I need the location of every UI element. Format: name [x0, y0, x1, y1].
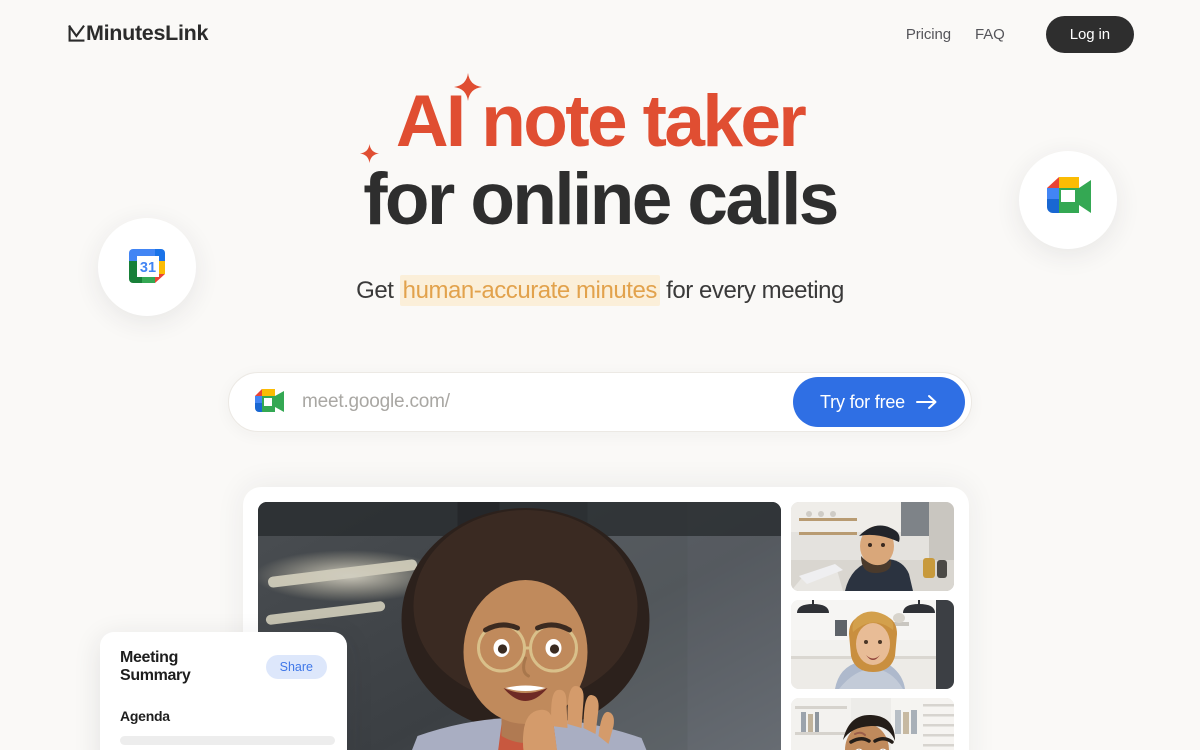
summary-section-label: Agenda — [120, 708, 170, 724]
google-meet-icon — [1041, 175, 1095, 226]
google-calendar-badge: 31 — [98, 218, 196, 316]
main-nav: Pricing FAQ Log in — [906, 15, 1134, 53]
nav-item-pricing[interactable]: Pricing — [906, 26, 951, 43]
calendar-day-number: 31 — [140, 260, 156, 276]
participant-thumbnail — [791, 698, 954, 750]
headline-line-1-text: AI note taker — [395, 81, 807, 162]
minutes-m-mark-icon — [68, 24, 85, 44]
meeting-link-bar: Try for free — [228, 372, 972, 432]
meeting-summary-card: Meeting Summary Share Agenda — [100, 632, 347, 750]
share-button[interactable]: Share — [265, 655, 327, 679]
headline-line-1: AI note taker — [359, 73, 807, 163]
nav-item-faq[interactable]: FAQ — [975, 26, 1005, 43]
try-for-free-label: Try for free — [820, 391, 905, 412]
google-calendar-icon: 31 — [121, 239, 173, 296]
landing-page: MinutesLink Pricing FAQ Log in AI note t… — [0, 0, 1200, 750]
participant-thumbnail-list — [791, 502, 954, 750]
participant-image-1 — [791, 502, 954, 591]
brand-logo[interactable]: MinutesLink — [68, 23, 208, 45]
subtitle-highlight: human-accurate minutes — [399, 275, 660, 306]
summary-card-header: Meeting Summary Share — [120, 649, 327, 685]
meeting-link-input[interactable] — [302, 391, 794, 413]
try-for-free-button[interactable]: Try for free — [793, 377, 965, 427]
arrow-right-icon — [916, 394, 938, 410]
login-button[interactable]: Log in — [1045, 15, 1134, 53]
participant-image-2 — [791, 600, 954, 689]
subtitle-suffix: for every meeting — [659, 277, 844, 304]
participant-image-3 — [791, 698, 954, 750]
summary-placeholder-line — [120, 736, 335, 745]
summary-card-title: Meeting Summary — [120, 649, 191, 684]
site-header: MinutesLink Pricing FAQ Log in — [0, 0, 1200, 68]
participant-thumbnail — [791, 502, 954, 591]
google-meet-icon — [253, 388, 287, 416]
brand-name: MinutesLink — [86, 21, 209, 46]
subtitle-prefix: Get — [356, 277, 400, 304]
google-meet-badge — [1019, 151, 1117, 249]
video-call-mockup — [243, 487, 969, 750]
participant-thumbnail — [791, 600, 954, 689]
